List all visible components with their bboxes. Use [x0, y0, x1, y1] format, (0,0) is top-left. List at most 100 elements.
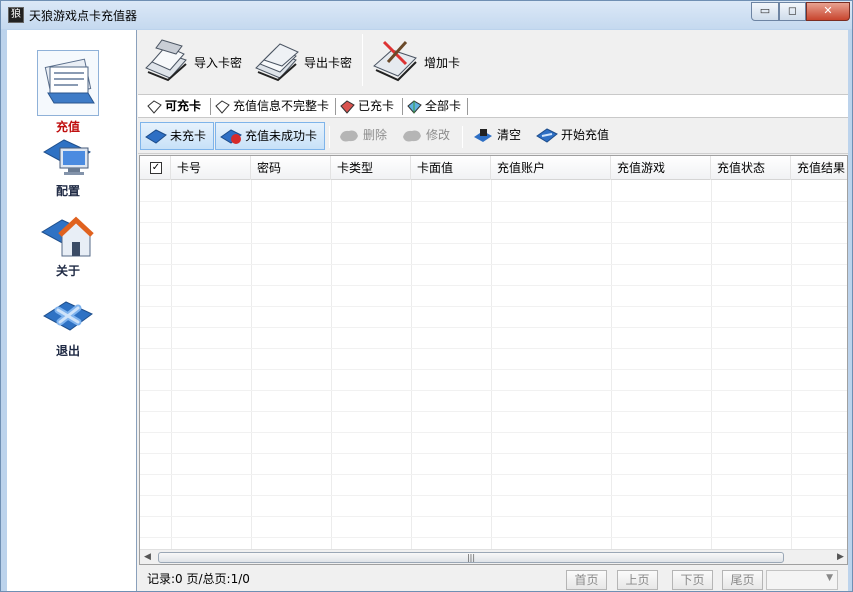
diamond-outline-icon — [215, 100, 230, 114]
sidebar-item-recharge-frame — [37, 50, 99, 116]
sidebar-item-about-frame — [37, 210, 99, 262]
chevron-down-icon: ▼ — [826, 573, 833, 583]
tab-separator — [402, 98, 403, 115]
clear-label: 清空 — [497, 128, 522, 142]
close-button[interactable]: ✕ — [806, 2, 850, 21]
toolbar-separator — [329, 126, 330, 148]
minimize-icon: ▭ — [759, 4, 771, 17]
tab-separator — [210, 98, 211, 115]
unrecharged-filter-label: 未充卡 — [170, 129, 207, 143]
prev-page-button[interactable]: 上页 — [617, 570, 658, 590]
export-cards-label: 导出卡密 — [304, 56, 353, 70]
client-area: 充值 配置 关于 退出 导入卡密 导出卡密 增加卡 可充卡 充值信息不完整卡 已… — [7, 30, 848, 591]
edit-button[interactable]: 修改 — [397, 122, 457, 150]
column-header[interactable]: 充值游戏 — [611, 156, 711, 180]
grid-row-line — [140, 285, 847, 286]
grid-row-line — [140, 369, 847, 370]
tab-all-cards[interactable]: 全部卡 — [406, 97, 468, 117]
close-icon: ✕ — [823, 4, 833, 17]
grid-row-line — [140, 222, 847, 223]
blue-card-icon — [145, 129, 167, 144]
diamond-outline-icon — [147, 100, 162, 114]
tab-label: 已充卡 — [358, 99, 395, 113]
newspaper-icon — [44, 58, 95, 104]
exit-x-icon — [43, 301, 93, 331]
tab-label: 全部卡 — [425, 99, 462, 113]
grid-row-line — [140, 390, 847, 391]
title-bar[interactable]: 狼 天狼游戏点卡充值器 ▭ ◻ ✕ — [1, 1, 852, 29]
import-cards-label: 导入卡密 — [194, 56, 243, 70]
grid-row-line — [140, 348, 847, 349]
start-recharge-button[interactable]: 开始充值 — [532, 122, 618, 150]
select-all-checkbox[interactable]: ✓ — [150, 162, 162, 174]
column-header[interactable]: 卡面值 — [411, 156, 491, 180]
sidebar-item-recharge[interactable]: 充值 — [7, 50, 129, 140]
main-toolbar: 导入卡密 导出卡密 增加卡 — [138, 30, 848, 92]
clear-eraser-icon — [474, 129, 492, 142]
tab-incomplete-info[interactable]: 充值信息不完整卡 — [214, 97, 332, 117]
export-cards-icon — [255, 43, 299, 82]
grid-row-line — [140, 243, 847, 244]
scroll-left-icon[interactable]: ◀ — [144, 552, 151, 562]
toolbar-separator — [462, 126, 463, 148]
column-header[interactable]: 充值状态 — [711, 156, 791, 180]
house-icon — [40, 216, 94, 257]
add-card-label: 增加卡 — [424, 56, 461, 70]
import-cards-button[interactable]: 导入卡密 — [142, 34, 250, 86]
column-header[interactable]: 卡号 — [171, 156, 251, 180]
grid-row-line — [140, 264, 847, 265]
column-header[interactable]: 充值账户 — [491, 156, 611, 180]
delete-cloud-icon — [340, 130, 358, 142]
add-card-button[interactable]: 增加卡 — [370, 34, 470, 86]
grid-row-line — [140, 432, 847, 433]
column-header[interactable]: 卡类型 — [331, 156, 411, 180]
first-page-button[interactable]: 首页 — [566, 570, 607, 590]
scrollbar-thumb[interactable]: ||| — [158, 552, 784, 563]
column-header[interactable]: 密码 — [251, 156, 331, 180]
minimize-button[interactable]: ▭ — [751, 2, 779, 21]
grid-row-line — [140, 474, 847, 475]
sidebar-item-exit[interactable]: 退出 — [7, 290, 129, 360]
export-cards-button[interactable]: 导出卡密 — [252, 34, 360, 86]
import-cards-icon — [145, 39, 187, 82]
maximize-icon: ◻ — [787, 4, 798, 17]
sidebar-item-config[interactable]: 配置 — [7, 130, 129, 200]
edit-label: 修改 — [426, 128, 451, 142]
column-header[interactable]: 充值结果 — [791, 156, 847, 180]
delete-label: 删除 — [363, 128, 388, 142]
maximize-button[interactable]: ◻ — [779, 2, 806, 21]
grid-row-line — [140, 201, 847, 202]
sidebar-item-about[interactable]: 关于 — [7, 210, 129, 280]
sidebar: 充值 配置 关于 退出 — [7, 30, 137, 591]
table-header: ✓ 卡号 密码 卡类型 卡面值 充值账户 充值游戏 充值状态 充值结果 — [140, 156, 847, 180]
failed-recharge-filter-button[interactable]: 充值未成功卡 — [215, 122, 325, 150]
sidebar-item-config-frame — [37, 130, 99, 182]
tab-label: 充值信息不完整卡 — [233, 99, 330, 113]
card-action-toolbar: 未充卡 充值未成功卡 删除 修改 清空 开始充值 — [138, 120, 848, 154]
next-page-button[interactable]: 下页 — [672, 570, 713, 590]
tab-rechargeable[interactable]: 可充卡 — [146, 97, 208, 117]
toolbar-separator — [362, 34, 363, 86]
last-page-button[interactable]: 尾页 — [722, 570, 763, 590]
cards-table[interactable]: ✓ 卡号 密码 卡类型 卡面值 充值账户 充值游戏 充值状态 充值结果 ◀ ||… — [139, 155, 848, 565]
grid-row-line — [140, 411, 847, 412]
grid-row-line — [140, 453, 847, 454]
edit-cloud-icon — [403, 130, 421, 142]
horizontal-scrollbar[interactable]: ◀ ||| ▶ — [140, 549, 847, 564]
page-select[interactable]: ▼ — [766, 570, 838, 590]
status-bar: 记录:0 页/总页:1/0 首页 上页 下页 尾页 ▼ — [138, 567, 848, 591]
main-panel: 导入卡密 导出卡密 增加卡 可充卡 充值信息不完整卡 已充卡 全部卡 未充卡 充… — [138, 30, 848, 591]
unrecharged-filter-button[interactable]: 未充卡 — [140, 122, 214, 150]
grid-row-line — [140, 306, 847, 307]
tab-recharged[interactable]: 已充卡 — [339, 97, 399, 117]
scroll-grip-icon: ||| — [466, 553, 476, 562]
sidebar-item-label: 配置 — [55, 184, 80, 198]
sidebar-item-label: 关于 — [55, 264, 80, 278]
scroll-right-icon[interactable]: ▶ — [837, 552, 844, 562]
failed-recharge-filter-label: 充值未成功卡 — [245, 129, 318, 143]
record-count: 记录:0 页/总页:1/0 — [147, 572, 250, 586]
clear-button[interactable]: 清空 — [468, 122, 528, 150]
app-wolf-icon: 狼 — [8, 7, 24, 23]
delete-button[interactable]: 删除 — [334, 122, 394, 150]
window-title: 天狼游戏点卡充值器 — [29, 9, 138, 23]
